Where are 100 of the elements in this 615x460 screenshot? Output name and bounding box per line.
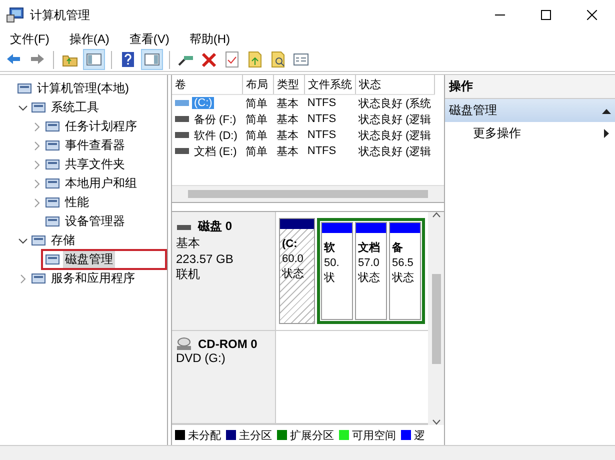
maximize-icon <box>541 10 551 20</box>
table-cell-text: 简单 <box>244 128 268 143</box>
table-cell-text: 基本 <box>275 144 300 159</box>
drive-icon <box>175 131 189 139</box>
action-panel-icon[interactable] <box>143 51 161 68</box>
action-item[interactable]: 更多操作 <box>473 125 521 142</box>
horizontal-scrollbar[interactable] <box>172 185 444 202</box>
column-header[interactable]: 卷 <box>172 75 242 94</box>
partition-label: 56.5 <box>392 256 414 271</box>
table-cell: 状态良好 (系统 <box>355 94 434 111</box>
search-icon[interactable] <box>269 51 287 68</box>
volume-name[interactable]: 软件 (D:) <box>192 128 240 142</box>
scroll-down-icon <box>432 419 440 425</box>
drive-icon <box>175 147 189 155</box>
snapin-icon <box>45 252 60 267</box>
volume-name[interactable]: 备份 (F:) <box>192 112 238 126</box>
snapin-icon <box>45 119 60 134</box>
drive-icon <box>175 99 189 107</box>
partition-label: 50. <box>324 256 340 271</box>
partition-label: 状 <box>324 271 336 286</box>
disk-info: 223.57 GB <box>176 252 234 266</box>
table-cell: 简单 <box>242 94 274 111</box>
table-cell-text: NTFS <box>306 144 338 159</box>
drive-icon <box>175 115 189 123</box>
partition-bar <box>322 223 352 233</box>
properties-icon[interactable] <box>223 51 241 68</box>
tree-item[interactable]: 磁盘管理 <box>63 251 115 268</box>
pane-title: 操作 <box>445 75 615 99</box>
legend-label: 未分配 <box>188 428 221 442</box>
logical-partition[interactable]: 备 56.5 状态 <box>389 222 421 320</box>
table-cell: NTFS <box>304 94 356 111</box>
snapin-icon <box>45 138 60 153</box>
partition-label: 备 <box>392 241 404 256</box>
legend-label: 可用空间 <box>352 428 396 442</box>
help-icon[interactable] <box>119 51 137 68</box>
snapin-icon <box>45 176 60 191</box>
snapin-icon <box>17 81 32 96</box>
snapin-icon <box>31 233 46 248</box>
disk-name: CD-ROM 0 <box>198 337 258 351</box>
column-header[interactable]: 状态 <box>355 75 434 94</box>
menu-item[interactable]: 查看(V) <box>123 30 176 48</box>
tree-item[interactable]: 存储 <box>49 232 77 249</box>
table-cell-text: 状态良好 (逻辑 <box>357 112 432 127</box>
tree-item[interactable]: 任务计划程序 <box>63 118 139 135</box>
table-cell-text: NTFS <box>306 112 338 127</box>
table-cell-text: 简单 <box>244 112 268 127</box>
tree-panel-icon[interactable] <box>85 51 103 68</box>
legend-label: 逻 <box>414 428 425 442</box>
partition-label: 文档 <box>358 241 381 256</box>
tree-item[interactable]: 共享文件夹 <box>63 156 127 173</box>
table-cell: 基本 <box>273 94 304 111</box>
partition-label: (C: <box>282 237 298 252</box>
close-icon <box>587 10 597 20</box>
primary-partition[interactable]: (C: 60.0 状态 <box>279 218 315 324</box>
partition-bar <box>280 219 314 229</box>
table-cell-text: NTFS <box>306 128 338 143</box>
partition-label: 状态 <box>392 271 415 286</box>
extended-partition[interactable]: 软 50. 状 文档 57.0 状态 备 56.5 状态 <box>317 218 425 324</box>
disk-info: 基本 <box>176 235 201 252</box>
snapin-icon <box>45 157 60 172</box>
scroll-thumb[interactable] <box>432 274 440 364</box>
legend-label: 扩展分区 <box>290 428 334 442</box>
partition-label: 60.0 <box>282 252 304 267</box>
volume-name[interactable]: 文档 (E:) <box>192 144 239 158</box>
console-icon[interactable] <box>292 51 310 68</box>
disk-info: 联机 <box>176 266 201 283</box>
column-header[interactable]: 文件系统 <box>304 75 356 94</box>
menu-item[interactable]: 操作(A) <box>63 30 116 48</box>
menu-item[interactable]: 帮助(H) <box>183 30 236 48</box>
legend-label: 主分区 <box>239 428 272 442</box>
column-header[interactable]: 类型 <box>273 75 304 94</box>
cd-drive-icon <box>176 337 192 351</box>
table-cell-text: 基本 <box>275 128 300 143</box>
scroll-thumb[interactable] <box>188 190 428 198</box>
partition-label: 57.0 <box>358 256 380 271</box>
partition-bar <box>356 223 386 233</box>
logical-partition[interactable]: 文档 57.0 状态 <box>355 222 387 320</box>
tree-item[interactable]: 性能 <box>63 194 91 211</box>
tree-item[interactable]: 服务和应用程序 <box>49 270 137 287</box>
snapin-icon <box>45 195 60 210</box>
table-cell-text: 基本 <box>275 112 300 127</box>
tree-item[interactable]: 计算机管理(本地) <box>35 80 131 97</box>
export-icon[interactable] <box>246 51 264 68</box>
column-header[interactable]: 布局 <box>242 75 274 94</box>
tree-item[interactable]: 系统工具 <box>49 99 101 116</box>
disk-info: DVD (G:) <box>176 351 226 365</box>
tree-item[interactable]: 设备管理器 <box>63 213 127 230</box>
table-cell-text: 状态良好 (逻辑 <box>357 144 432 159</box>
partition-bar <box>390 223 420 233</box>
tree-item[interactable]: 事件查看器 <box>63 137 127 154</box>
collapse-arrow-icon[interactable] <box>602 108 611 114</box>
tree-item[interactable]: 本地用户和组 <box>63 175 139 192</box>
table-cell-text: 简单 <box>244 144 268 159</box>
logical-partition[interactable]: 软 50. 状 <box>321 222 353 320</box>
table-cell-text: 状态良好 (逻辑 <box>357 128 432 143</box>
snapin-icon <box>45 214 60 229</box>
snapin-icon <box>31 100 46 115</box>
delete-icon[interactable] <box>200 51 218 68</box>
vertical-scrollbar[interactable] <box>428 212 444 425</box>
menu-item[interactable]: 文件(F) <box>4 30 56 48</box>
